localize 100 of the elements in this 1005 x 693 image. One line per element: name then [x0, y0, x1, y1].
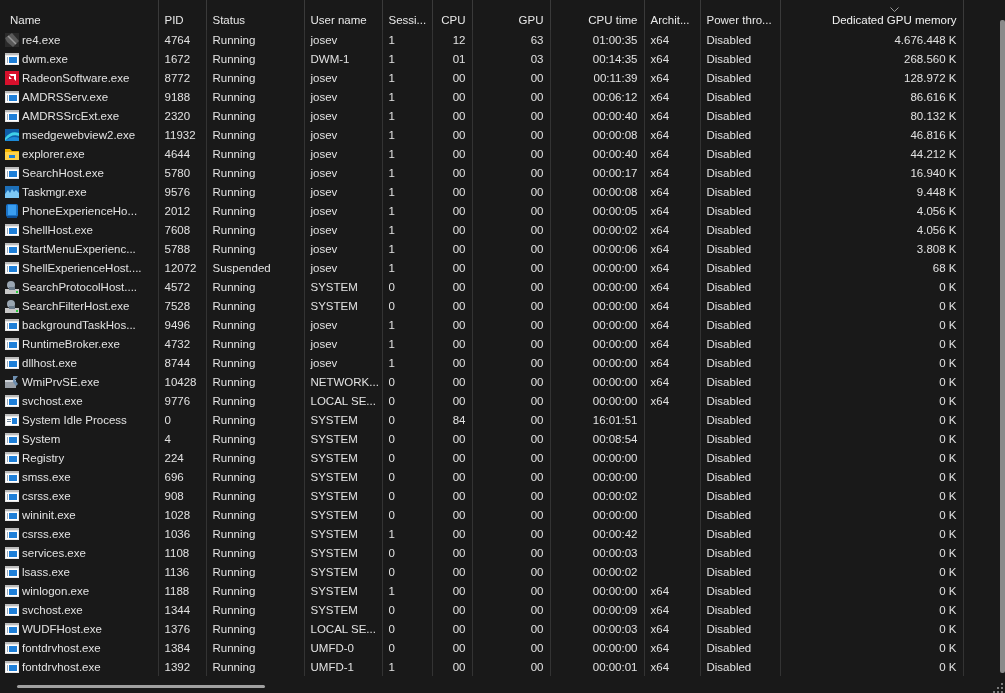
pid: 9496 — [164, 318, 191, 331]
column-header[interactable]: Status — [212, 7, 246, 26]
user-name: SYSTEM — [310, 489, 358, 502]
pid: 11932 — [164, 128, 196, 141]
architecture: x64 — [650, 90, 670, 103]
column-header[interactable]: GPU — [518, 7, 544, 26]
cpu-usage: 00 — [452, 71, 466, 84]
status: Running — [212, 147, 256, 160]
pid: 5788 — [164, 242, 191, 255]
window-icon — [4, 430, 20, 447]
cpu-time: 00:00:40 — [592, 109, 638, 122]
cpu-usage: 00 — [452, 603, 466, 616]
gpu-usage: 00 — [530, 166, 544, 179]
architecture: x64 — [650, 185, 670, 198]
resize-grip-icon[interactable] — [993, 683, 1003, 693]
gpu-usage: 00 — [530, 90, 544, 103]
process-name: csrss.exe — [22, 527, 71, 540]
gpu-memory: 0 K — [939, 622, 957, 635]
power-throttling: Disabled — [706, 394, 752, 407]
column-header[interactable]: Dedicated GPU memory — [831, 7, 957, 26]
pid: 4764 — [164, 33, 191, 46]
cpu-time: 00:00:00 — [592, 375, 638, 388]
column-header[interactable]: Name — [10, 7, 41, 26]
status: Running — [212, 52, 256, 65]
power-throttling: Disabled — [706, 584, 752, 597]
column-header[interactable]: Power thro... — [706, 7, 772, 26]
pid: 4644 — [164, 147, 191, 160]
user-name: josev — [310, 337, 338, 350]
pid: 2012 — [164, 204, 191, 217]
session: 1 — [388, 52, 395, 65]
column-header[interactable]: Sessi... — [388, 7, 427, 26]
window-icon — [4, 164, 20, 181]
power-throttling: Disabled — [706, 375, 752, 388]
session: 0 — [388, 622, 395, 635]
power-throttling: Disabled — [706, 128, 752, 141]
architecture: x64 — [650, 147, 670, 160]
column-header[interactable]: Archit... — [650, 7, 690, 26]
power-throttling: Disabled — [706, 109, 752, 122]
power-throttling: Disabled — [706, 413, 752, 426]
cpu-time: 01:00:35 — [592, 33, 638, 46]
cpu-usage: 00 — [452, 185, 466, 198]
cpu-time: 00:00:05 — [592, 204, 638, 217]
status: Running — [212, 622, 256, 635]
gpu-memory: 0 K — [939, 584, 957, 597]
session: 0 — [388, 299, 395, 312]
column-header[interactable]: CPU time — [588, 7, 638, 26]
process-name: services.exe — [22, 546, 86, 559]
pid: 1384 — [164, 641, 191, 654]
game-thumbnail-icon — [4, 31, 20, 48]
pid: 1108 — [164, 546, 190, 559]
session: 0 — [388, 546, 395, 559]
cpu-time: 00:00:02 — [592, 223, 638, 236]
pid: 4732 — [164, 337, 191, 350]
status: Running — [212, 546, 256, 559]
session: 1 — [388, 71, 395, 84]
pid: 1392 — [164, 660, 191, 673]
gpu-usage: 00 — [530, 394, 544, 407]
user-name: SYSTEM — [310, 470, 358, 483]
pid: 1188 — [164, 584, 190, 597]
pid: 1344 — [164, 603, 191, 616]
cpu-time: 00:00:02 — [592, 489, 638, 502]
power-throttling: Disabled — [706, 33, 752, 46]
user-name: SYSTEM — [310, 527, 358, 540]
session: 1 — [388, 185, 395, 198]
column-header[interactable]: User name — [310, 7, 367, 26]
cpu-usage: 00 — [452, 565, 466, 578]
gpu-usage: 00 — [530, 451, 544, 464]
cpu-usage: 00 — [452, 299, 466, 312]
column-header[interactable]: PID — [164, 7, 184, 26]
architecture: x64 — [650, 71, 670, 84]
cpu-time: 00:11:39 — [593, 71, 638, 84]
column-header[interactable]: CPU — [441, 7, 466, 26]
gpu-memory: 0 K — [939, 641, 957, 654]
gpu-usage: 00 — [530, 622, 544, 635]
status: Running — [212, 603, 256, 616]
gpu-usage: 00 — [530, 489, 544, 502]
cpu-time: 00:00:06 — [592, 242, 638, 255]
gpu-usage: 00 — [530, 128, 544, 141]
process-name: System Idle Process — [22, 413, 127, 426]
status: Running — [212, 128, 256, 141]
session: 1 — [388, 261, 395, 274]
power-throttling: Disabled — [706, 280, 752, 293]
session: 1 — [388, 128, 395, 141]
power-throttling: Disabled — [706, 622, 752, 635]
architecture: x64 — [650, 337, 670, 350]
pid: 1376 — [164, 622, 191, 635]
user-name: SYSTEM — [310, 546, 358, 559]
power-throttling: Disabled — [706, 356, 752, 369]
power-throttling: Disabled — [706, 337, 752, 350]
window-icon — [4, 525, 20, 542]
window-icon — [4, 354, 20, 371]
gpu-usage: 00 — [530, 204, 544, 217]
cpu-usage: 00 — [452, 318, 466, 331]
cpu-time: 00:00:00 — [592, 280, 638, 293]
wave-icon — [4, 126, 20, 143]
user-name: NETWORK... — [310, 375, 379, 388]
user-name: SYSTEM — [310, 299, 358, 312]
cpu-time: 00:00:03 — [592, 622, 638, 635]
power-throttling: Disabled — [706, 261, 752, 274]
horizontal-scrollbar[interactable] — [17, 684, 265, 688]
